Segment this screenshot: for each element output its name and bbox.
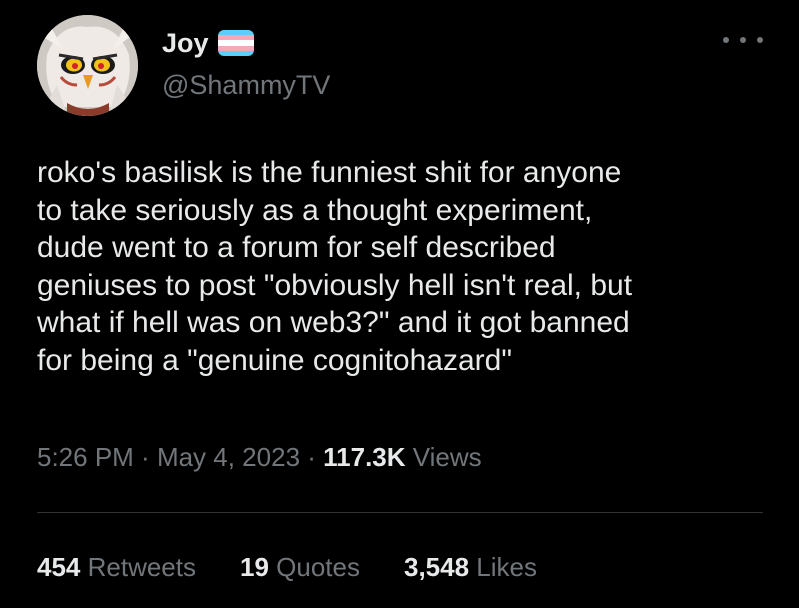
quotes-count: 19 [240,552,269,582]
divider [37,512,763,513]
tweet: Joy @ShammyTV roko's basilisk is the fun… [0,0,799,608]
tweet-meta: 5:26 PM · May 4, 2023 · 117.3K Views [37,440,482,474]
author-name-row: Joy [162,26,254,60]
engagement-stats: 454 Retweets 19 Quotes 3,548 Likes [37,550,537,584]
transgender-flag-icon [217,30,254,56]
tweet-time[interactable]: 5:26 PM [37,442,134,472]
tweet-text-line: roko's basilisk is the funniest shit for… [37,156,622,189]
retweets-stat[interactable]: 454 Retweets [37,550,196,584]
views-count: 117.3K [323,442,406,472]
more-options-button[interactable] [723,28,763,52]
meta-separator: · [133,442,157,472]
meta-separator: · [300,442,324,472]
likes-count: 3,548 [403,552,470,582]
avatar[interactable] [37,15,138,116]
tweet-text-line: for being a "genuine cognitohazard" [37,343,512,377]
tweet-text: roko's basilisk is the funniest shit for… [37,154,777,379]
likes-stat[interactable]: 3,548 Likes [404,550,537,584]
tweet-text-line: to take seriously as a thought experimen… [37,193,593,227]
tweet-text-line: what if hell was on web3?" and it got ba… [37,306,630,339]
tweet-date[interactable]: May 4, 2023 [157,442,300,472]
retweets-label: Retweets [80,552,196,582]
ellipsis-dot-icon [757,37,763,43]
cartoon-owl-avatar-icon [37,15,138,116]
likes-label: Likes [469,552,537,582]
user-handle[interactable]: @ShammyTV [162,68,330,102]
views-label: Views [405,442,482,472]
tweet-text-line: dude went to a forum for self described [37,231,556,264]
display-name[interactable]: Joy [162,26,209,60]
ellipsis-dot-icon [740,37,746,43]
quotes-label: Quotes [268,552,360,582]
quotes-stat[interactable]: 19 Quotes [240,550,360,584]
retweets-count: 454 [37,552,81,582]
ellipsis-dot-icon [723,37,729,43]
tweet-text-line: geniuses to post "obviously hell isn't r… [37,268,633,302]
